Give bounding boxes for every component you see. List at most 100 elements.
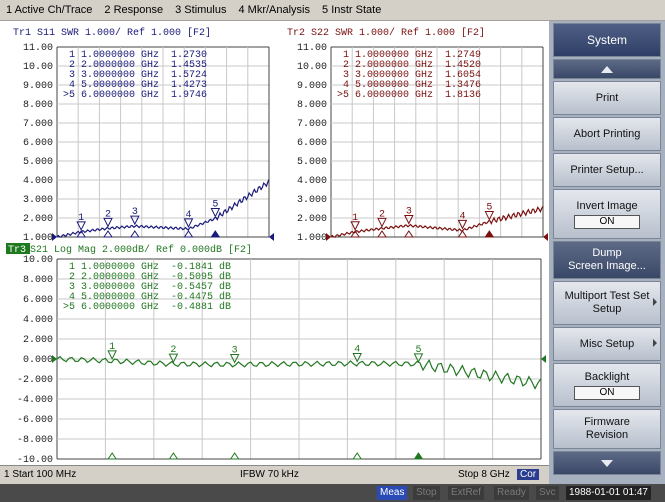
trace2-panel: 11.00 10.00 9.000 8.000 7.000 6.000 5.000 4.000… xyxy=(287,27,548,244)
invert-label: Invert Image xyxy=(576,199,638,212)
trace-title: S21 Log Mag 2.000dB/ Ref 0.000dB [F2] xyxy=(30,244,252,256)
print-label: Print xyxy=(595,91,619,104)
backlight-button[interactable]: Backlight ON xyxy=(553,363,661,407)
marker-label: 5 xyxy=(212,199,218,210)
invert-image-button[interactable]: Invert Image ON xyxy=(553,189,661,239)
firmware-label-1: Firmware xyxy=(584,416,630,428)
start-frequency: 1 Start 100 MHz xyxy=(4,469,77,480)
abort-printing-button[interactable]: Abort Printing xyxy=(553,117,661,151)
scroll-down-button[interactable] xyxy=(553,451,661,475)
dump-label-2: Screen Image... xyxy=(568,260,646,272)
misc-label: Misc Setup xyxy=(579,337,635,350)
y-tick-label: -4.000 xyxy=(17,395,53,406)
y-tick-label: 7.000 xyxy=(23,119,53,130)
printer-setup-button[interactable]: Printer Setup... xyxy=(553,153,661,187)
abort-label: Abort Printing xyxy=(573,127,641,140)
marker-label: 5 xyxy=(415,345,421,356)
multiport-label-2: Setup xyxy=(592,303,622,315)
marker-label: 2 xyxy=(379,209,385,220)
stimulus-marker xyxy=(168,452,179,460)
arrow-up-icon xyxy=(601,65,613,73)
backlight-label: Backlight xyxy=(584,370,630,383)
submenu-arrow-icon xyxy=(653,339,657,347)
menu-mkr-analysis[interactable]: 4 Mkr/Analysis xyxy=(232,4,316,16)
submenu-arrow-icon xyxy=(653,298,657,306)
ref-arrow-right xyxy=(543,233,548,241)
stimulus-marker xyxy=(183,230,194,238)
y-tick-label: 7.000 xyxy=(297,119,327,130)
stimulus-marker xyxy=(484,230,495,238)
status-extref: ExtRef xyxy=(448,486,485,500)
marker-label: 2 xyxy=(170,345,176,356)
firmware-label-2: Revision xyxy=(585,429,629,441)
menu-response[interactable]: 2 Response xyxy=(98,4,169,16)
multiport-label-1: Multiport Test Set xyxy=(564,290,650,302)
stimulus-marker xyxy=(129,230,140,238)
y-tick-label: 3.000 xyxy=(297,195,327,206)
marker-label: 1 xyxy=(352,213,358,224)
y-tick-label: 11.00 xyxy=(23,43,53,54)
menu-active-ch-trace[interactable]: 1 Active Ch/Trace xyxy=(0,4,98,16)
stimulus-marker xyxy=(229,452,240,460)
dump-label-1: Dump xyxy=(592,247,622,259)
y-tick-label: -10.00 xyxy=(17,455,53,465)
chart-area: 11.00 10.00 9.000 8.000 7.000 6.000 5.000 4.000… xyxy=(0,21,549,465)
dump-screen-image-button[interactable]: Dump Screen Image... xyxy=(553,241,661,279)
y-tick-label: 4.000 xyxy=(23,176,53,187)
y-tick-label: 2.000 xyxy=(297,214,327,225)
menu-stimulus[interactable]: 3 Stimulus xyxy=(169,4,232,16)
marker-value: 1.9746 xyxy=(171,90,207,101)
y-tick-label: 9.000 xyxy=(297,81,327,92)
marker-label: 1 xyxy=(109,342,115,353)
marker-value: 1.8136 xyxy=(445,90,481,101)
y-tick-label: 10.00 xyxy=(23,62,53,73)
printer-setup-label: Printer Setup... xyxy=(570,163,644,176)
y-tick-label: -2.000 xyxy=(17,375,53,386)
y-tick-label: 5.000 xyxy=(297,157,327,168)
scroll-up-button[interactable] xyxy=(553,59,661,79)
misc-setup-button[interactable]: Misc Setup xyxy=(553,327,661,361)
y-tick-label: 8.000 xyxy=(23,100,53,111)
stop-frequency: Stop 8 GHz xyxy=(458,469,510,480)
y-tick-label: 6.000 xyxy=(297,138,327,149)
trace-title: Tr1 S11 SWR 1.000/ Ref 1.000 [F2] xyxy=(13,27,211,39)
invert-state: ON xyxy=(574,214,640,229)
marker-value: -0.4881 dB xyxy=(171,301,231,313)
menu-instr-state[interactable]: 5 Instr State xyxy=(316,4,387,16)
y-tick-label: 9.000 xyxy=(23,81,53,92)
stimulus-marker xyxy=(352,452,363,460)
softkey-panel: System Print Abort Printing Printer Setu… xyxy=(549,21,665,484)
print-button[interactable]: Print xyxy=(553,81,661,115)
y-tick-label: 11.00 xyxy=(297,43,327,54)
stimulus-marker xyxy=(403,230,414,238)
status-svc: Svc xyxy=(536,486,559,500)
y-tick-label: 8.000 xyxy=(23,275,53,286)
correction-badge: Cor xyxy=(517,469,540,480)
menu-bar: 1 Active Ch/Trace 2 Response 3 Stimulus … xyxy=(0,0,665,21)
y-tick-label: 6.000 xyxy=(23,295,53,306)
stimulus-marker xyxy=(413,452,424,460)
stimulus-marker xyxy=(377,230,387,238)
marker-label: 3 xyxy=(132,207,138,218)
y-tick-label: -8.000 xyxy=(17,435,53,446)
y-tick-label: 2.000 xyxy=(23,214,53,225)
stimulus-marker xyxy=(457,230,468,238)
y-tick-label: 10.00 xyxy=(297,62,327,73)
trace3-panel: 10.00 8.000 6.000 4.000 2.000 0.000 -2.000 -4.0… xyxy=(6,243,546,465)
stimulus-marker xyxy=(210,230,221,238)
y-tick-label: -6.000 xyxy=(17,415,53,426)
status-bar: Meas Stop ExtRef Ready Svc 1988-01-01 01… xyxy=(0,484,665,502)
y-tick-label: 4.000 xyxy=(297,176,327,187)
system-title: System xyxy=(553,23,661,57)
firmware-revision-button[interactable]: Firmware Revision xyxy=(553,409,661,449)
trace3-badge: Tr3 xyxy=(8,245,26,256)
stimulus-marker xyxy=(107,452,118,460)
multiport-test-set-button[interactable]: Multiport Test Set Setup xyxy=(553,281,661,325)
ref-arrow-left xyxy=(52,355,57,363)
backlight-state: ON xyxy=(574,385,640,400)
marker-label: 3 xyxy=(406,206,412,217)
y-tick-label: 1.000 xyxy=(297,233,327,244)
marker-id: >5 xyxy=(337,90,349,101)
marker-id: >5 xyxy=(63,302,75,313)
ref-arrow-left xyxy=(52,233,57,241)
